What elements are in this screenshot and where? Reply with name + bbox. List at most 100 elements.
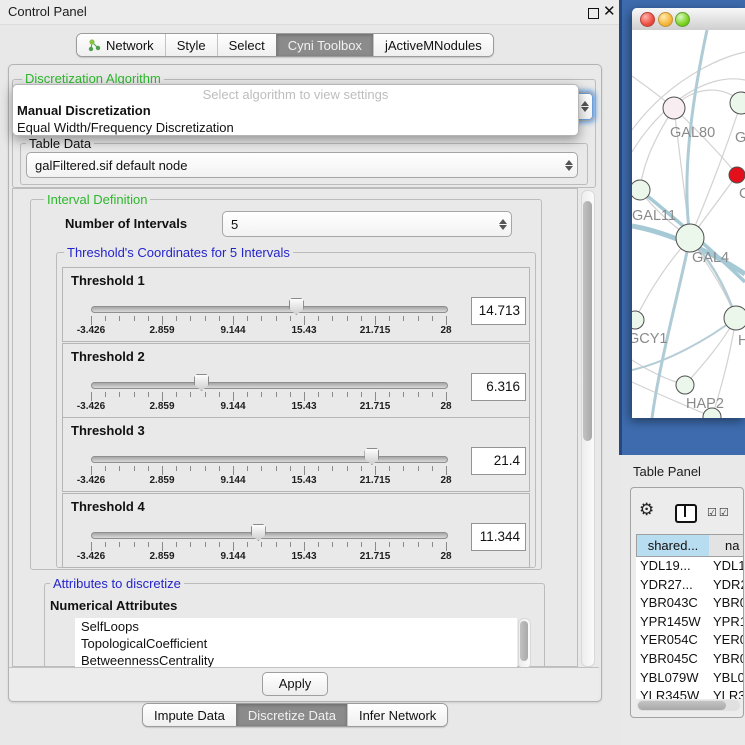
threshold-value-field[interactable]: 14.713 (471, 297, 526, 325)
table-row[interactable]: YBR045C YBR0 (636, 650, 744, 669)
apply-button[interactable]: Apply (262, 672, 328, 696)
bottom-tab-impute-data[interactable]: Impute Data (143, 704, 236, 726)
slider-tick (403, 316, 404, 321)
checkbox-checked-icon[interactable]: ☑ (707, 506, 717, 519)
table-cell-shared-name[interactable]: YDR27... (640, 577, 693, 592)
attributes-scrollbar[interactable] (518, 618, 531, 669)
network-edge[interactable] (632, 52, 745, 130)
slider-tick (304, 392, 305, 401)
popup-option-equal-width-frequency-discretization[interactable]: Equal Width/Frequency Discretization (13, 119, 578, 136)
network-node-hap2[interactable] (676, 376, 694, 394)
slider-tick (332, 392, 333, 397)
table-cell-shared-name[interactable]: YBL079W (640, 670, 699, 685)
table-row[interactable]: YBL079W YBL0 (636, 669, 744, 688)
column-split-icon[interactable] (675, 504, 697, 523)
network-edge[interactable] (640, 108, 674, 190)
slider-tick (247, 392, 248, 397)
network-node[interactable] (729, 167, 745, 183)
attribute-item-selfloops[interactable]: SelfLoops (75, 618, 517, 635)
close-traffic-light-icon[interactable] (640, 12, 655, 27)
float-window-icon[interactable] (588, 8, 599, 19)
table-data-combobox[interactable]: galFiltered.sif default node (26, 152, 578, 178)
table-row[interactable]: YLR345W YLR3 (636, 687, 744, 699)
control-panel-titlebar: Control Panel ✕ (0, 0, 619, 25)
threshold-value-field[interactable]: 11.344 (471, 523, 526, 551)
zoom-traffic-light-icon[interactable] (675, 12, 690, 27)
slider-ticks (91, 466, 447, 476)
threshold-value-field[interactable]: 6.316 (471, 373, 526, 401)
table-data-combobox-value: galFiltered.sif default node (27, 158, 561, 173)
minimize-traffic-light-icon[interactable] (658, 12, 673, 27)
threshold-value-field[interactable]: 21.4 (471, 447, 526, 475)
tab-select[interactable]: Select (217, 34, 276, 56)
attribute-item-betweennesscentrality[interactable]: BetweennessCentrality (75, 652, 517, 667)
tab-cyni-toolbox[interactable]: Cyni Toolbox (276, 34, 373, 56)
bottom-tab-discretize-data[interactable]: Discretize Data (236, 704, 347, 726)
tab-jactivemnodules[interactable]: jActiveMNodules (373, 34, 493, 56)
column-header-name[interactable]: na (709, 534, 744, 557)
numerical-attributes-list[interactable]: SelfLoopsTopologicalCoefficientBetweenne… (75, 618, 517, 667)
table-cell-name[interactable]: YBL0 (713, 670, 744, 685)
slider-tick (403, 466, 404, 471)
slider-tick (219, 466, 220, 471)
table-row[interactable]: YDR27... YDR2 (636, 576, 744, 595)
slider-tick (375, 392, 376, 401)
network-node[interactable] (724, 306, 745, 330)
column-checkbox-icons[interactable]: ☑ ☑ (707, 506, 729, 519)
popup-option-manual-discretization[interactable]: Manual Discretization (13, 102, 578, 119)
network-edge[interactable] (685, 318, 736, 385)
network-node-gal11[interactable] (632, 180, 650, 200)
table-cell-name[interactable]: YDL1 (713, 558, 744, 573)
table-cell-name[interactable]: YPR1 (713, 614, 744, 629)
slider-tick (389, 466, 390, 471)
network-node-gal80[interactable] (663, 97, 685, 119)
slider-scale-label: 15.43 (291, 325, 316, 336)
tab-style[interactable]: Style (165, 34, 217, 56)
vertical-scrollbar[interactable] (581, 190, 595, 667)
slider-ticks (91, 542, 447, 552)
close-icon[interactable]: ✕ (603, 2, 616, 20)
attributes-scrollbar-thumb[interactable] (520, 621, 528, 661)
vertical-scrollbar-thumb[interactable] (583, 201, 592, 441)
network-node-gal4[interactable] (676, 224, 704, 252)
tab-network[interactable]: Network (77, 34, 165, 56)
number-of-intervals-combobox[interactable]: 5 (222, 211, 512, 237)
network-window-titlebar[interactable] (632, 8, 745, 31)
table-cell-shared-name[interactable]: YBR043C (640, 595, 698, 610)
table-row[interactable]: YER054C YER0 (636, 631, 744, 650)
table-row[interactable]: YBR043C YBR0 (636, 594, 744, 613)
column-header-shared-name[interactable]: shared... (636, 534, 710, 557)
table-cell-shared-name[interactable]: YPR145W (640, 614, 701, 629)
slider-tick (361, 392, 362, 397)
network-node-gcy1[interactable] (632, 311, 644, 329)
table-cell-name[interactable]: YBR0 (713, 651, 744, 666)
table-horizontal-scrollbar[interactable] (637, 700, 740, 711)
table-cell-shared-name[interactable]: YER054C (640, 632, 698, 647)
table-row[interactable]: YDL19... YDL1 (636, 557, 744, 576)
settings-gear-icon[interactable]: ⚙ (639, 501, 654, 518)
slider-ticks (91, 392, 447, 402)
bottom-tab-infer-network[interactable]: Infer Network (347, 704, 447, 726)
table-cell-name[interactable]: YBR0 (713, 595, 744, 610)
apply-bar: Apply (9, 667, 599, 700)
table-cell-name[interactable]: YER0 (713, 632, 744, 647)
slider-scale-label: 2.859 (149, 475, 174, 486)
slider-scale-label: 15.43 (291, 401, 316, 412)
checkbox-checked-icon[interactable]: ☑ (719, 506, 729, 519)
table-cell-name[interactable]: YLR3 (713, 688, 744, 699)
table-horizontal-scrollbar-thumb[interactable] (638, 701, 726, 710)
table-cell-name[interactable]: YDR2 (713, 577, 744, 592)
slider-tick (119, 316, 120, 321)
table-row[interactable]: YPR145W YPR1 (636, 613, 744, 632)
attribute-item-topologicalcoefficient[interactable]: TopologicalCoefficient (75, 635, 517, 652)
slider-scale-label: 9.144 (220, 475, 245, 486)
network-canvas[interactable]: GAL80GACYGAL11GAL4GCY1HHAP2 (632, 30, 745, 418)
slider-tick (290, 542, 291, 547)
table-cell-shared-name[interactable]: YDL19... (640, 558, 691, 573)
slider-tick (219, 542, 220, 547)
node-attribute-table[interactable]: shared... na YDL19... YDL1 YDR27... YDR2 YBR… (636, 534, 744, 699)
table-cell-shared-name[interactable]: YBR045C (640, 651, 698, 666)
table-cell-shared-name[interactable]: YLR345W (640, 688, 699, 699)
slider-tick (290, 316, 291, 321)
slider-scale-label: 21.715 (360, 325, 391, 336)
